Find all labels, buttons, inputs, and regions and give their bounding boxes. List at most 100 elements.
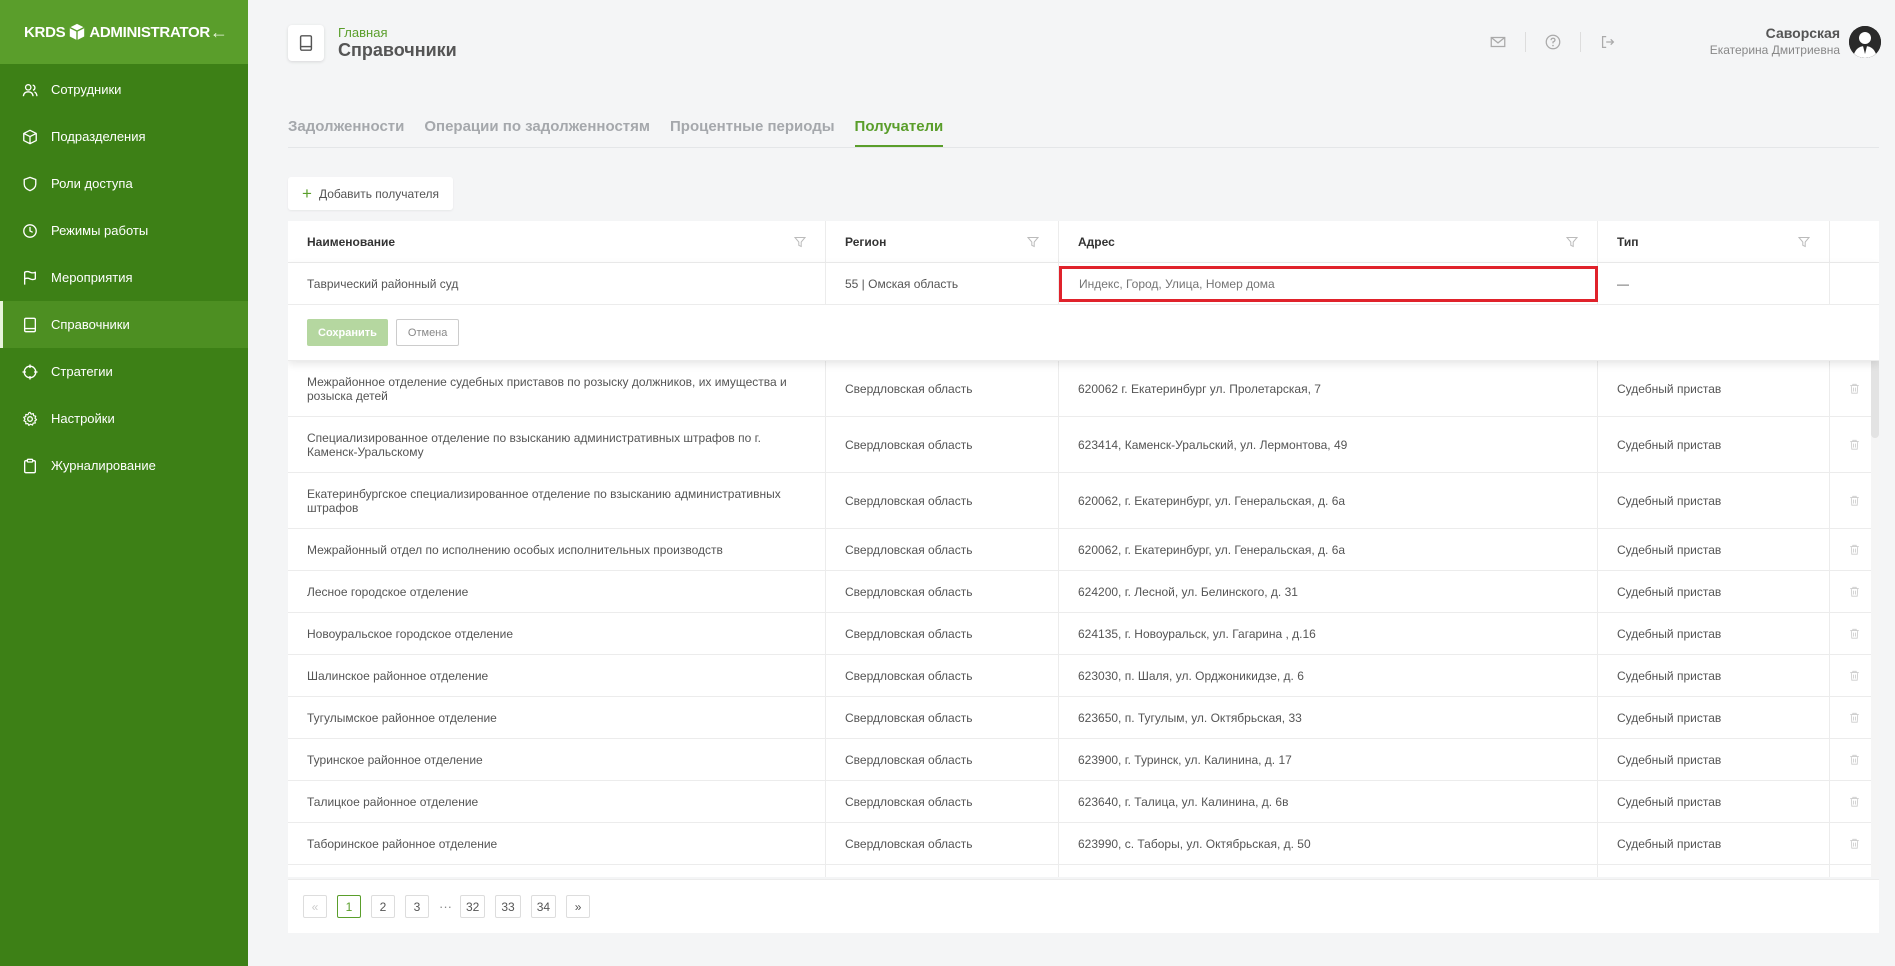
trash-icon[interactable] bbox=[1849, 494, 1860, 507]
sidebar-item[interactable]: Подразделения bbox=[0, 113, 248, 160]
table-body: Межрайонное отделение судебных приставов… bbox=[288, 361, 1879, 877]
sidebar-item-label: Справочники bbox=[51, 317, 130, 332]
help-icon[interactable] bbox=[1544, 33, 1562, 51]
add-recipient-button[interactable]: + Добавить получателя bbox=[288, 177, 454, 210]
table-row[interactable]: Межрайонный отдел по исполнению особых и… bbox=[288, 529, 1879, 571]
trash-icon[interactable] bbox=[1849, 795, 1860, 808]
next-page-button[interactable]: » bbox=[566, 895, 591, 918]
page-button[interactable]: 33 bbox=[495, 895, 521, 918]
logo-text-left: KRDS bbox=[24, 23, 66, 41]
table-row[interactable]: Екатеринбургское специализированное отде… bbox=[288, 473, 1879, 529]
cell-address: 620062, г. Екатеринбург, ул. Генеральска… bbox=[1059, 473, 1598, 528]
table-row[interactable]: Межрайонное отделение судебных приставов… bbox=[288, 361, 1879, 417]
logo-text-right: ADMINISTRATOR bbox=[89, 23, 210, 41]
cell-region: Свердловская область bbox=[826, 823, 1059, 864]
column-header[interactable]: Регион bbox=[826, 221, 1059, 262]
cell-type: Судебный пристав bbox=[1598, 361, 1830, 416]
sidebar-item[interactable]: Стратегии bbox=[0, 348, 248, 395]
column-header[interactable]: Наименование bbox=[288, 221, 826, 262]
cell-region: Свердловская область bbox=[826, 613, 1059, 654]
column-header-label: Наименование bbox=[307, 234, 396, 249]
filter-icon[interactable] bbox=[794, 236, 806, 248]
sidebar-item[interactable]: Режимы работы bbox=[0, 207, 248, 254]
cell-address: 624200, г. Лесной, ул. Белинского, д. 31 bbox=[1059, 571, 1598, 612]
trash-icon[interactable] bbox=[1849, 438, 1860, 451]
cancel-button[interactable]: Отмена bbox=[395, 319, 460, 346]
sidebar-item-label: Режимы работы bbox=[51, 223, 149, 238]
sidebar-item[interactable]: Сотрудники bbox=[0, 66, 248, 113]
users-icon bbox=[22, 83, 38, 96]
save-button[interactable]: Сохранить bbox=[307, 319, 388, 346]
table-row[interactable]: Тавдинское районное отделениеСвердловска… bbox=[288, 865, 1879, 877]
cell-address: 623650, п. Тугулым, ул. Октябрьская, 33 bbox=[1059, 697, 1598, 738]
page-button[interactable]: 32 bbox=[460, 895, 486, 918]
tab[interactable]: Получатели bbox=[854, 118, 944, 147]
cell-type: Судебный пристав bbox=[1598, 571, 1830, 612]
page-icon-box bbox=[288, 25, 324, 61]
cell-region: Свердловская область bbox=[826, 739, 1059, 780]
page-button[interactable]: 1 bbox=[337, 895, 361, 918]
trash-icon[interactable] bbox=[1849, 669, 1860, 682]
trash-icon[interactable] bbox=[1849, 585, 1860, 598]
tab[interactable]: Процентные периоды bbox=[670, 118, 835, 147]
page-button[interactable]: 3 bbox=[405, 895, 429, 918]
breadcrumb[interactable]: Главная bbox=[338, 25, 387, 40]
page-button[interactable]: 2 bbox=[371, 895, 395, 918]
clock-icon bbox=[23, 223, 37, 238]
table-row[interactable]: Шалинское районное отделение Свердловская… bbox=[288, 655, 1879, 697]
table-row[interactable]: Специализированное отделение по взыскани… bbox=[288, 417, 1879, 473]
cell-region: Свердловская область bbox=[826, 417, 1059, 472]
gear-icon bbox=[23, 411, 38, 426]
trash-icon[interactable] bbox=[1849, 627, 1860, 640]
trash-icon[interactable] bbox=[1849, 837, 1860, 850]
user-info[interactable]: Саворская Екатерина Дмитриевна bbox=[1710, 25, 1840, 57]
page-button[interactable]: 34 bbox=[530, 895, 557, 918]
table-row[interactable]: Туринское районное отделение Свердловская… bbox=[288, 739, 1879, 781]
mail-icon[interactable] bbox=[1489, 33, 1507, 51]
trash-icon[interactable] bbox=[1849, 711, 1860, 724]
prev-page-button[interactable]: « bbox=[303, 895, 327, 918]
column-header[interactable]: Адрес bbox=[1059, 221, 1598, 262]
table-row[interactable]: Талицкое районное отделение Свердловская … bbox=[288, 781, 1879, 823]
cell-type: Судебный пристав bbox=[1598, 823, 1830, 864]
sidebar-item[interactable]: Настройки bbox=[0, 395, 248, 442]
clipboard-icon bbox=[24, 458, 36, 473]
sidebar-item[interactable]: Роли доступа bbox=[0, 160, 248, 207]
logout-icon[interactable] bbox=[1599, 33, 1617, 51]
table-row[interactable]: Новоуральское городское отделение Свердло… bbox=[288, 613, 1879, 655]
avatar[interactable] bbox=[1849, 26, 1881, 58]
sidebar-item[interactable]: Журналирование bbox=[0, 442, 248, 489]
cell-name: Межрайонный отдел по исполнению особых и… bbox=[288, 529, 826, 570]
trash-icon[interactable] bbox=[1849, 543, 1860, 556]
cell-region: Свердловская область bbox=[826, 473, 1059, 528]
trash-icon[interactable] bbox=[1849, 753, 1860, 766]
tab[interactable]: Задолженности bbox=[288, 118, 404, 147]
sidebar-item[interactable]: Справочники bbox=[0, 301, 248, 348]
user-last-name: Саворская bbox=[1765, 25, 1840, 41]
address-input[interactable] bbox=[1059, 266, 1598, 302]
column-header-label: Регион bbox=[845, 234, 887, 249]
filter-icon[interactable] bbox=[1566, 236, 1578, 248]
cell-address: 620062, г. Екатеринбург, ул. Генеральска… bbox=[1059, 529, 1598, 570]
column-header-label: Тип bbox=[1617, 234, 1639, 249]
cell-name: Таборинское районное отделение bbox=[288, 823, 826, 864]
tab[interactable]: Операции по задолженностям bbox=[424, 118, 650, 147]
table-row[interactable]: Лесное городское отделение Свердловская о… bbox=[288, 571, 1879, 613]
trash-icon[interactable] bbox=[1849, 382, 1860, 395]
cell-name: Екатеринбургское специализированное отде… bbox=[288, 473, 826, 528]
column-header[interactable]: Тип bbox=[1598, 221, 1830, 262]
cell-name: Специализированное отделение по взыскани… bbox=[288, 417, 826, 472]
flag-icon bbox=[24, 270, 36, 285]
cell-address: 620062 г. Екатеринбург ул. Пролетарская,… bbox=[1059, 361, 1598, 416]
sidebar-item[interactable]: Мероприятия bbox=[0, 254, 248, 301]
filter-icon[interactable] bbox=[1027, 236, 1039, 248]
filter-icon[interactable] bbox=[1798, 236, 1810, 248]
cell-type: Судебный пристав bbox=[1598, 697, 1830, 738]
edit-name-cell[interactable]: Таврический районный суд bbox=[288, 263, 826, 304]
sidebar-item-label: Сотрудники bbox=[51, 82, 122, 97]
edit-type-cell[interactable]: — bbox=[1598, 263, 1830, 304]
collapse-sidebar-icon[interactable]: ← bbox=[210, 22, 228, 43]
table-row[interactable]: Тугулымское районное отделение Свердловск… bbox=[288, 697, 1879, 739]
table-row[interactable]: Таборинское районное отделение Свердловск… bbox=[288, 823, 1879, 865]
edit-region-cell[interactable]: 55 | Омская область bbox=[826, 263, 1059, 304]
